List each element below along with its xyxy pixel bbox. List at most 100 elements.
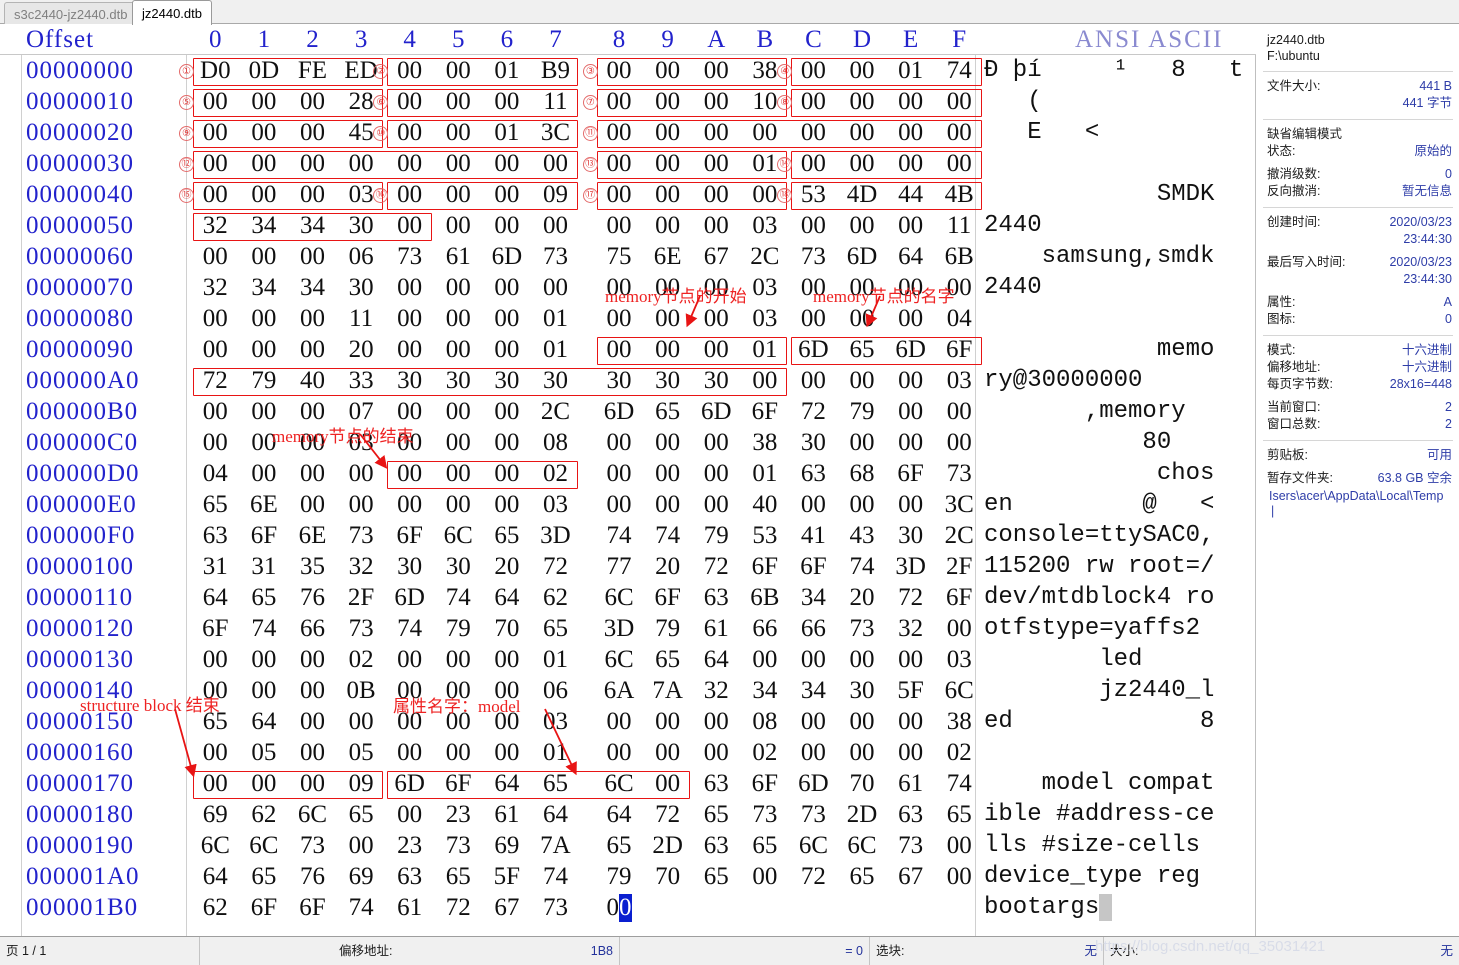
hex-byte[interactable]: 4B	[935, 181, 984, 209]
hex-byte[interactable]: 73	[886, 832, 935, 860]
hex-byte[interactable]: 00	[935, 429, 984, 457]
hex-byte[interactable]: 66	[288, 615, 337, 643]
hex-byte[interactable]: 00	[288, 646, 337, 674]
hex-byte[interactable]: 6E	[643, 243, 692, 271]
hex-byte[interactable]: 2F	[935, 553, 984, 581]
row-ascii[interactable]: ry@30000000	[984, 367, 1214, 394]
hex-byte[interactable]: 30	[337, 212, 386, 240]
hex-byte[interactable]: 00	[838, 88, 887, 116]
hex-byte[interactable]: 00	[385, 460, 434, 488]
hex-byte[interactable]: 34	[288, 274, 337, 302]
row-bytes[interactable]: 32 34 34 30 00 00 00 00 00 00 00 03 00 00 00 00	[191, 274, 984, 302]
hex-byte[interactable]: 00	[240, 305, 289, 333]
hex-byte[interactable]: 03	[337, 429, 386, 457]
hex-byte[interactable]: 70	[643, 863, 692, 891]
hex-byte[interactable]: 65	[531, 615, 580, 643]
hex-byte[interactable]: 00	[288, 739, 337, 767]
hex-row[interactable]: 00000050 32 34 34 30 00 00 00 00 00 00 00 03 00 00 00 11…	[0, 210, 1256, 241]
hex-byte[interactable]: 73	[531, 243, 580, 271]
hex-byte[interactable]: 01	[531, 739, 580, 767]
hex-byte[interactable]: 00	[240, 150, 289, 178]
hex-byte[interactable]: 79	[595, 863, 644, 891]
hex-byte[interactable]: 65	[643, 398, 692, 426]
hex-byte[interactable]: 00	[935, 832, 984, 860]
hex-byte[interactable]: 00	[692, 491, 741, 519]
hex-byte[interactable]: 32	[191, 212, 240, 240]
hex-byte[interactable]: 07	[337, 398, 386, 426]
hex-byte[interactable]: 00	[643, 274, 692, 302]
hex-byte[interactable]: 08	[741, 708, 790, 736]
hex-byte[interactable]: 69	[337, 863, 386, 891]
hex-byte[interactable]: 00	[886, 88, 935, 116]
hex-byte[interactable]: 6C	[434, 522, 483, 550]
hex-byte[interactable]: 45	[337, 119, 386, 147]
hex-byte[interactable]: 6B	[741, 584, 790, 612]
hex-byte[interactable]: 6F	[385, 522, 434, 550]
hex-byte[interactable]: 30	[434, 367, 483, 395]
hex-byte[interactable]: 00	[288, 429, 337, 457]
hex-byte[interactable]: 00	[595, 708, 644, 736]
hex-byte[interactable]: 00	[385, 212, 434, 240]
hex-byte[interactable]: 00	[240, 119, 289, 147]
row-bytes[interactable]: 00 00 00 20 00 00 00 01 00 00 00 01 6D 65 6D 6F	[191, 336, 984, 364]
hex-row[interactable]: 000001A0 64 65 76 69 63 65 5F 74 79 70 65 00 72 65 67 00…	[0, 861, 1256, 892]
row-ascii[interactable]: otfstype=yaffs2	[984, 615, 1214, 642]
hex-byte[interactable]: 00	[240, 88, 289, 116]
hex-byte[interactable]: 00	[385, 336, 434, 364]
hex-byte[interactable]: 6D	[886, 336, 935, 364]
hex-byte[interactable]: 64	[531, 801, 580, 829]
hex-byte[interactable]: 00	[643, 770, 692, 798]
hex-byte[interactable]: 72	[692, 553, 741, 581]
hex-byte[interactable]: 30	[385, 553, 434, 581]
hex-byte[interactable]: 64	[483, 584, 532, 612]
hex-byte[interactable]: 00	[434, 429, 483, 457]
hex-byte[interactable]: 00	[240, 398, 289, 426]
hex-byte[interactable]: 63	[692, 770, 741, 798]
hex-byte[interactable]: 6D	[483, 243, 532, 271]
hex-byte[interactable]: 00	[385, 429, 434, 457]
hex-byte[interactable]: 00	[789, 646, 838, 674]
hex-byte[interactable]: 01	[886, 57, 935, 85]
hex-byte[interactable]: 00	[789, 57, 838, 85]
hex-byte[interactable]: 03	[337, 181, 386, 209]
hex-byte[interactable]: 00	[240, 646, 289, 674]
hex-byte[interactable]: 62	[191, 894, 240, 922]
hex-byte[interactable]: 00	[288, 708, 337, 736]
hex-byte[interactable]: 6C	[240, 832, 289, 860]
hex-byte[interactable]: 00	[240, 770, 289, 798]
hex-byte[interactable]: 6C	[935, 677, 984, 705]
row-bytes[interactable]: 00 00 00 11 00 00 00 01 00 00 00 03 00 00 00 04	[191, 305, 984, 333]
hex-row[interactable]: 000000E0 65 6E 00 00 00 00 00 03 00 00 00 40 00 00 00 3C…	[0, 489, 1256, 520]
hex-byte[interactable]: 00	[288, 677, 337, 705]
hex-byte[interactable]: 00	[385, 801, 434, 829]
hex-byte[interactable]: 6F	[643, 584, 692, 612]
hex-byte[interactable]: 00	[434, 212, 483, 240]
hex-byte[interactable]: 09	[337, 770, 386, 798]
hex-byte[interactable]: 00	[789, 367, 838, 395]
hex-byte[interactable]: 00	[838, 367, 887, 395]
hex-byte[interactable]: 65	[531, 770, 580, 798]
hex-byte[interactable]: 74	[240, 615, 289, 643]
hex-byte[interactable]: 4D	[838, 181, 887, 209]
hex-byte[interactable]: 72	[191, 367, 240, 395]
hex-byte[interactable]: 02	[531, 460, 580, 488]
hex-byte[interactable]: 00	[191, 646, 240, 674]
hex-byte[interactable]: 00	[595, 150, 644, 178]
hex-byte[interactable]: 00	[434, 646, 483, 674]
hex-byte[interactable]: 00	[838, 274, 887, 302]
hex-byte[interactable]: 00	[643, 181, 692, 209]
hex-byte[interactable]: 73	[337, 615, 386, 643]
hex-byte[interactable]: 00	[434, 460, 483, 488]
hex-byte[interactable]: 30	[434, 553, 483, 581]
hex-byte[interactable]: 73	[288, 832, 337, 860]
row-bytes[interactable]: 32 34 34 30 00 00 00 00 00 00 00 03 00 00 00 11	[191, 212, 984, 240]
hex-byte[interactable]: 00	[886, 739, 935, 767]
hex-byte[interactable]: 00	[643, 57, 692, 85]
hex-byte[interactable]: 00	[692, 739, 741, 767]
hex-byte[interactable]: 00	[288, 491, 337, 519]
hex-byte[interactable]: 73	[789, 243, 838, 271]
hex-byte[interactable]: 65	[240, 584, 289, 612]
hex-byte[interactable]: 65	[337, 801, 386, 829]
hex-byte[interactable]: 00	[595, 181, 644, 209]
hex-byte[interactable]: 00	[886, 398, 935, 426]
